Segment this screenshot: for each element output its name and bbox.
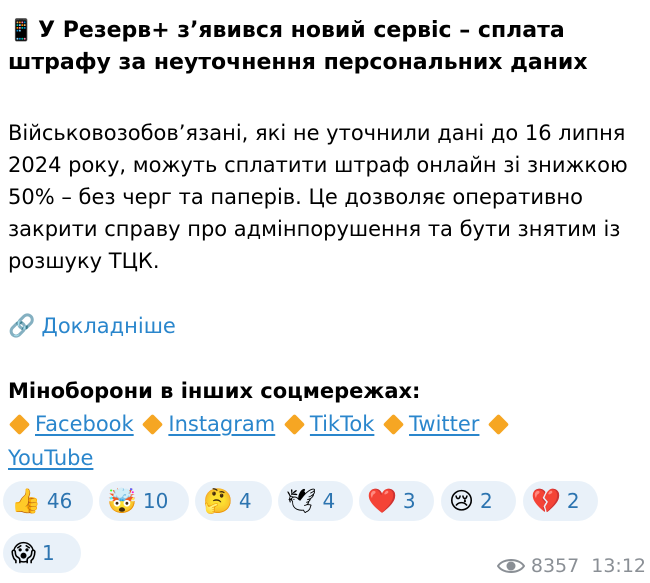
reaction-count: 2 <box>566 489 580 513</box>
reaction-crying[interactable]: 😢 2 <box>441 481 516 521</box>
reaction-heart[interactable]: ❤️ 3 <box>359 481 434 521</box>
reaction-thinking[interactable]: 🤔 4 <box>195 481 272 521</box>
post-title-text: У Резерв+ з’явився новий сервіс – сплата… <box>8 18 588 75</box>
orange-diamond-icon <box>8 413 31 435</box>
heart-icon: ❤️ <box>367 487 397 515</box>
reaction-thumbs-up[interactable]: 👍 46 <box>3 481 93 521</box>
instagram-link[interactable]: Instagram <box>168 412 275 436</box>
orange-diamond-icon <box>142 413 164 435</box>
orange-diamond-icon <box>488 413 510 435</box>
reaction-broken-heart[interactable]: 💔 2 <box>523 481 598 521</box>
views-count: 8357 <box>530 555 580 577</box>
more-link[interactable]: Докладніше <box>41 314 175 338</box>
post-time: 13:12 <box>591 555 646 577</box>
facebook-link[interactable]: Facebook <box>35 412 134 436</box>
reaction-count: 4 <box>322 489 336 513</box>
eye-icon <box>496 559 525 573</box>
thinking-face-icon: 🤔 <box>203 487 233 515</box>
dove-icon: 🕊 <box>286 487 317 515</box>
screaming-face-icon: 😱 <box>11 539 37 567</box>
exploding-head-icon: 🤯 <box>107 487 137 515</box>
reaction-count: 1 <box>42 541 55 565</box>
reaction-count: 10 <box>142 489 169 513</box>
reaction-count: 2 <box>480 489 493 513</box>
post-body: Військовозобов’язані, які не уточнили да… <box>8 121 628 273</box>
youtube-link[interactable]: YouTube <box>8 446 93 470</box>
tiktok-link[interactable]: TikTok <box>310 412 374 436</box>
phone-icon: 📱 <box>8 18 35 42</box>
channel-post: 📱 У Резерв+ з’явився новий сервіс – сплат… <box>0 0 650 583</box>
twitter-link[interactable]: Twitter <box>409 412 479 436</box>
orange-diamond-icon <box>283 413 306 435</box>
reaction-count: 4 <box>238 489 252 513</box>
orange-diamond-icon <box>382 413 405 435</box>
thumbs-up-icon: 👍 <box>11 487 41 515</box>
reaction-screaming[interactable]: 😱 1 <box>3 533 81 573</box>
social-links: Facebook Instagram TikTok Twitter YouTub… <box>8 407 608 475</box>
post-meta: 8357 13:12 <box>496 555 646 577</box>
reaction-count: 3 <box>402 489 416 513</box>
reaction-dove[interactable]: 🕊 4 <box>278 481 353 521</box>
link-icon: 🔗 <box>8 314 36 339</box>
broken-heart-icon: 💔 <box>531 487 561 515</box>
reaction-count: 46 <box>46 489 73 513</box>
crying-face-icon: 😢 <box>449 487 475 515</box>
reaction-exploding-head[interactable]: 🤯 10 <box>99 481 189 521</box>
social-heading: Міноборони в інших соцмережах: <box>8 379 421 403</box>
post-title: 📱 У Резерв+ з’явився новий сервіс – сплат… <box>8 14 648 79</box>
more-link-row: 🔗 Докладніше <box>8 310 176 343</box>
